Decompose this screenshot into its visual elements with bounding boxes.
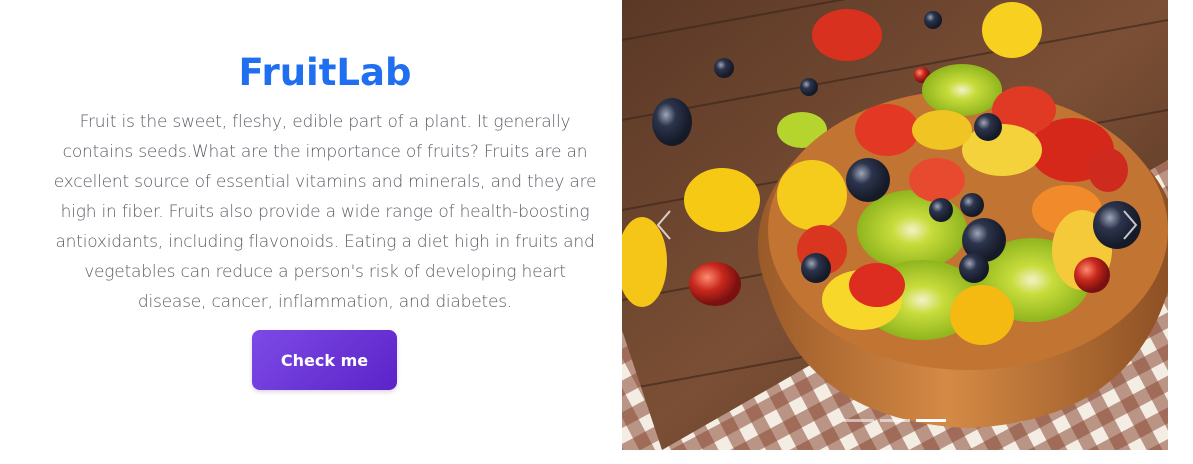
check-me-button[interactable]: Check me xyxy=(252,330,397,390)
carousel-indicators xyxy=(844,419,950,427)
hero-description: Fruit is the sweet, fleshy, edible part … xyxy=(53,112,597,312)
fruit-salad-image xyxy=(622,0,1168,450)
carousel-indicator-2[interactable] xyxy=(880,419,910,422)
carousel-next-button[interactable] xyxy=(1114,205,1144,245)
chevron-left-icon xyxy=(656,210,671,240)
hero-text-section: FruitLab Fruit is the sweet, fleshy, edi… xyxy=(0,0,622,464)
carousel-indicator-1[interactable] xyxy=(844,419,874,422)
carousel-prev-button[interactable] xyxy=(650,205,680,245)
image-carousel xyxy=(622,0,1168,450)
page: FruitLab Fruit is the sweet, fleshy, edi… xyxy=(0,0,1193,464)
carousel-indicator-3[interactable] xyxy=(916,419,946,422)
chevron-right-icon xyxy=(1123,210,1138,240)
page-title: FruitLab xyxy=(238,51,412,94)
